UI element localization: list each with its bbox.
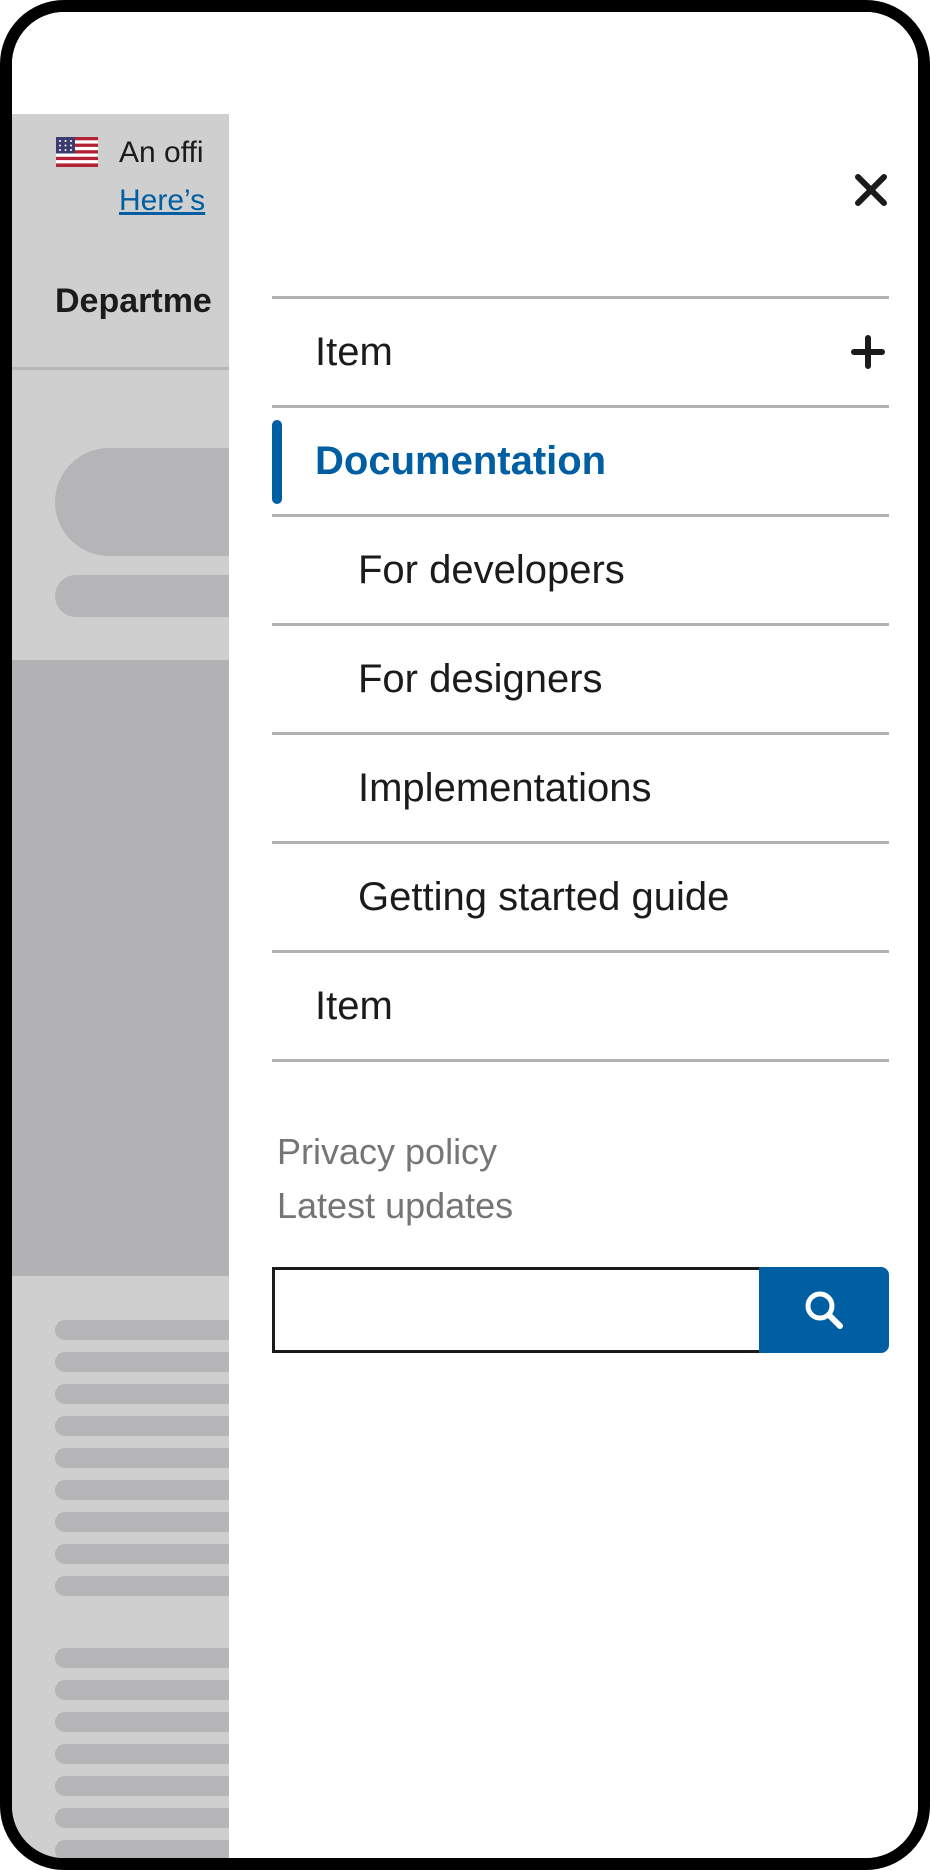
mobile-nav-drawer: Item Documentation For developers For de… — [229, 12, 918, 1858]
search-form — [272, 1267, 889, 1353]
site-title[interactable]: Departme — [55, 282, 212, 321]
search-button[interactable] — [759, 1267, 889, 1353]
nav-item-label: Item — [315, 329, 393, 374]
nav-item-documentation[interactable]: Documentation — [272, 405, 889, 514]
nav-subitem-implementations[interactable]: Implementations — [272, 732, 889, 841]
privacy-policy-link[interactable]: Privacy policy — [277, 1125, 513, 1179]
nav-subitem-for-designers[interactable]: For designers — [272, 623, 889, 732]
current-indicator — [272, 420, 282, 504]
secondary-links: Privacy policy Latest updates — [277, 1125, 513, 1233]
nav-subitem-for-developers[interactable]: For developers — [272, 514, 889, 623]
close-button[interactable] — [846, 165, 896, 215]
banner-text: An offi — [119, 136, 204, 169]
search-input[interactable] — [272, 1267, 759, 1353]
banner-link[interactable]: Here’s — [119, 184, 205, 218]
phone-frame: An offi Here’s Departme Item Documentati… — [0, 0, 930, 1870]
us-flag-icon — [56, 137, 98, 167]
nav-item-label: Documentation — [315, 438, 607, 483]
primary-nav: Item Documentation For developers For de… — [272, 296, 889, 1062]
nav-item-label: Getting started guide — [358, 874, 730, 919]
plus-icon — [851, 335, 885, 369]
nav-item-label: Implementations — [358, 765, 652, 810]
nav-item-item[interactable]: Item — [272, 950, 889, 1062]
latest-updates-link[interactable]: Latest updates — [277, 1179, 513, 1233]
search-icon — [805, 1291, 843, 1329]
nav-item-item-expandable[interactable]: Item — [272, 296, 889, 405]
close-icon — [855, 174, 887, 206]
nav-subitem-getting-started-guide[interactable]: Getting started guide — [272, 841, 889, 950]
nav-item-label: For designers — [358, 656, 603, 701]
nav-item-label: Item — [315, 983, 393, 1028]
nav-item-label: For developers — [358, 547, 625, 592]
